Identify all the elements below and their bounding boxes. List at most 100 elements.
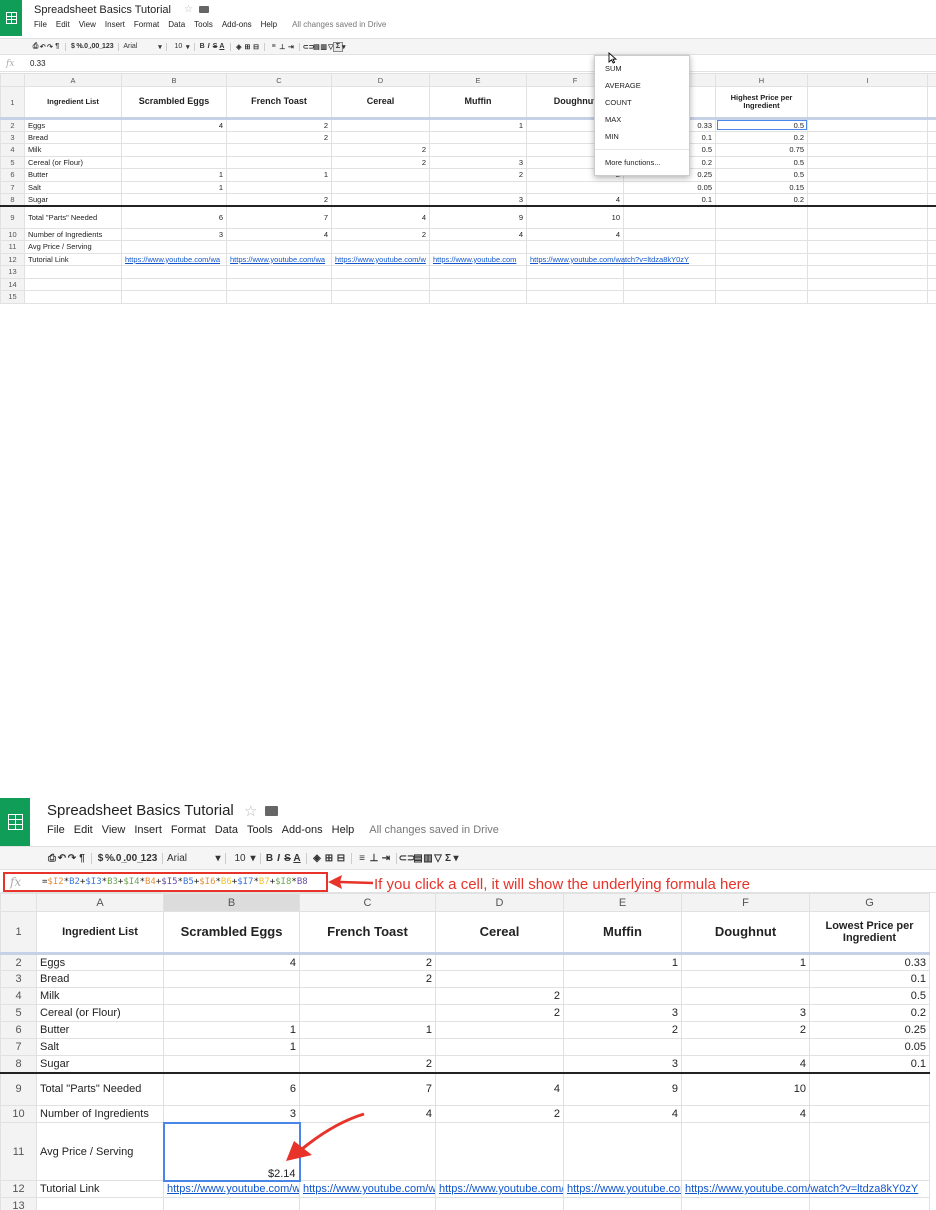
cell-f11[interactable] [526,240,624,254]
header-cell-i[interactable] [807,86,928,120]
cell-f5[interactable]: 3 [681,1004,810,1022]
column-header-a[interactable]: A [24,73,122,87]
menu-data[interactable]: Data [215,824,238,836]
folder-icon[interactable] [265,806,279,816]
header-cell-a[interactable]: Ingredient List [24,86,122,120]
cell-e6[interactable]: 2 [429,168,527,182]
fill-color-icon[interactable]: ◈ [311,853,323,864]
cell-d10[interactable]: 2 [435,1105,564,1123]
cell-h2[interactable]: 0.5 [715,118,808,132]
cell-e9[interactable]: 9 [429,205,527,229]
comment-icon[interactable]: ▤ [313,43,320,51]
row-header[interactable]: 3 [0,130,25,144]
corner-cell[interactable] [0,73,25,87]
more-functions-item[interactable]: More functions... [595,154,689,171]
cell-g4[interactable]: 0.5 [809,987,930,1005]
column-header-e[interactable]: E [429,73,527,87]
cell-e4[interactable] [429,143,527,157]
cell-h5[interactable]: 0.5 [715,155,808,169]
menu-tools[interactable]: Tools [194,20,213,29]
cell-c9[interactable]: 7 [299,1072,436,1106]
chevron-down-icon[interactable]: ▾ [453,853,459,864]
cell-j8[interactable] [927,193,936,207]
chart-icon[interactable]: ▥ [320,43,327,51]
cell-b7[interactable]: 1 [121,180,227,194]
row-header[interactable]: 13 [0,265,25,279]
more-formats-button[interactable]: 123 [140,853,158,864]
cell-b2[interactable]: 4 [121,118,227,132]
increase-decimal-button[interactable]: .00_ [90,43,104,51]
column-header-d[interactable]: D [331,73,430,87]
cell-i13[interactable] [807,265,928,279]
menu-insert[interactable]: Insert [134,824,162,836]
cell-d11[interactable] [435,1122,564,1181]
cell-c13[interactable] [226,265,332,279]
header-cell-h[interactable]: Highest Price per Ingredient [715,86,808,120]
cell-c8[interactable]: 2 [299,1055,436,1074]
cell-j12[interactable] [927,252,936,266]
cell-a8[interactable]: Sugar [24,193,122,207]
cell-a4[interactable]: Milk [24,143,122,157]
cell-d6[interactable] [331,168,430,182]
cell-f13[interactable] [681,1197,810,1210]
font-size-select[interactable]: 10 [230,853,250,864]
function-menu-max[interactable]: MAX [595,111,689,128]
column-header-g[interactable]: G [809,893,930,912]
cell-i15[interactable] [807,290,928,304]
cell-b12[interactable]: https://www.youtube.com/wat [163,1180,300,1198]
cell-b7[interactable]: 1 [163,1038,300,1056]
cell-d3[interactable] [435,970,564,988]
cell-b4[interactable] [163,987,300,1005]
cell-e11[interactable] [429,240,527,254]
header-cell-j[interactable] [927,86,936,120]
cell-j11[interactable] [927,240,936,254]
bold-button[interactable]: B [265,853,274,864]
cell-a5[interactable]: Cereal (or Flour) [24,155,122,169]
cell-f4[interactable] [681,987,810,1005]
cell-c13[interactable] [299,1197,436,1210]
cell-i10[interactable] [807,227,928,241]
text-color-button[interactable]: A [218,43,225,51]
menu-format[interactable]: Format [134,20,159,29]
cell-d11[interactable] [331,240,430,254]
cell-j10[interactable] [927,227,936,241]
cell-e3[interactable] [429,130,527,144]
cell-c14[interactable] [226,277,332,291]
redo-icon[interactable]: ↷ [67,853,77,864]
cell-c9[interactable]: 7 [226,205,332,229]
header-cell-b[interactable]: Scrambled Eggs [163,911,300,955]
paint-format-icon[interactable]: ¶ [77,853,87,864]
cell-b8[interactable] [121,193,227,207]
cell-h12[interactable] [715,252,808,266]
row-header[interactable]: 12 [0,1180,37,1198]
row-header[interactable]: 11 [0,1122,37,1181]
cell-c12[interactable]: https://www.youtube.com/wa [299,1180,436,1198]
menu-format[interactable]: Format [171,824,206,836]
cell-a12[interactable]: Tutorial Link [24,252,122,266]
menu-file[interactable]: File [47,824,65,836]
cell-c2[interactable]: 2 [226,118,332,132]
cell-g8[interactable]: 0.1 [623,193,716,207]
cell-d10[interactable]: 2 [331,227,430,241]
header-cell-g[interactable]: Lowest Price per Ingredient [809,911,930,955]
cell-d5[interactable]: 2 [331,155,430,169]
header-cell-e[interactable]: Muffin [563,911,682,955]
cell-d12[interactable]: https://www.youtube.com/w [331,252,430,266]
cell-b2[interactable]: 4 [163,953,300,971]
cell-b9[interactable]: 6 [163,1072,300,1106]
cell-e8[interactable]: 3 [429,193,527,207]
cell-e15[interactable] [429,290,527,304]
header-cell-e[interactable]: Muffin [429,86,527,120]
row-header[interactable]: 2 [0,118,25,132]
cell-a8[interactable]: Sugar [36,1055,164,1074]
more-formats-button[interactable]: 123 [101,43,114,51]
column-header-h[interactable]: H [715,73,808,87]
cell-f12[interactable]: https://www.youtube.com/watch?v=ltdza8kY… [681,1180,918,1198]
column-header-b[interactable]: B [163,893,300,912]
strikethrough-button[interactable]: S [283,853,292,864]
cell-a6[interactable]: Butter [36,1021,164,1039]
cell-d3[interactable] [331,130,430,144]
cell-f10[interactable]: 4 [681,1105,810,1123]
cell-c12[interactable]: https://www.youtube.com/wa [226,252,332,266]
cell-g6[interactable]: 0.25 [809,1021,930,1039]
